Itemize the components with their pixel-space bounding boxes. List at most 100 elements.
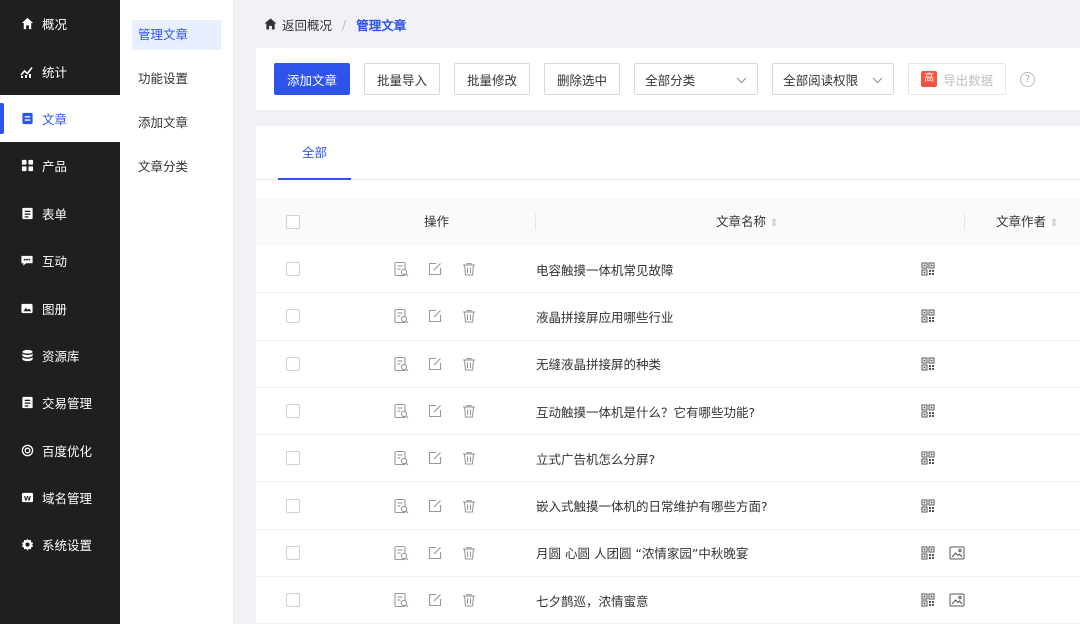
delete-icon[interactable] xyxy=(460,260,478,278)
sidebar-item-trade[interactable]: 交易管理 xyxy=(0,379,120,426)
row-actions xyxy=(392,307,478,325)
domain-icon: W xyxy=(20,491,34,505)
row-checkbox[interactable] xyxy=(286,498,300,513)
stats-icon xyxy=(20,64,34,79)
submenu-item-category[interactable]: 文章分类 xyxy=(132,152,221,182)
row-checkbox[interactable] xyxy=(286,309,300,324)
sidebar-item-article[interactable]: 文章 xyxy=(0,94,120,143)
delete-selected-button[interactable]: 删除选中 xyxy=(544,63,621,95)
preview-icon[interactable] xyxy=(392,591,410,609)
edit-icon[interactable] xyxy=(426,591,444,609)
preview-icon[interactable] xyxy=(392,355,410,373)
edit-icon[interactable] xyxy=(426,402,444,420)
batch-import-button[interactable]: 批量导入 xyxy=(364,63,441,95)
article-title-link[interactable]: 七夕鹊巡，浓情蜜意 xyxy=(536,577,649,623)
article-icon xyxy=(20,111,34,125)
article-title-link[interactable]: 互动触摸一体机是什么？它有哪些功能? xyxy=(536,388,755,434)
row-checkbox[interactable] xyxy=(286,404,300,419)
delete-icon[interactable] xyxy=(460,402,478,420)
preview-icon[interactable] xyxy=(392,544,410,562)
article-submenu: 管理文章 功能设置 添加文章 文章分类 xyxy=(120,0,234,624)
edit-icon[interactable] xyxy=(426,449,444,467)
delete-icon[interactable] xyxy=(460,355,478,373)
image-icon[interactable] xyxy=(948,592,966,608)
submenu-item-add-article[interactable]: 添加文章 xyxy=(132,108,221,138)
sidebar-item-label: 表单 xyxy=(42,206,68,222)
qrcode-icon[interactable] xyxy=(920,545,936,561)
sidebar-item-product[interactable]: 产品 xyxy=(0,142,120,189)
sidebar-item-domain[interactable]: W 域名管理 xyxy=(0,474,120,521)
column-header-author[interactable]: 文章作者 ⇕ xyxy=(996,198,1058,248)
article-title-link[interactable]: 月圆 心圆 人团圆 “浓情家园”中秋晚宴 xyxy=(536,530,748,576)
preview-icon[interactable] xyxy=(392,449,410,467)
submenu-item-function-settings[interactable]: 功能设置 xyxy=(132,64,221,94)
sidebar-item-seo[interactable]: 百度优化 xyxy=(0,427,120,474)
row-checkbox[interactable] xyxy=(286,356,300,371)
article-title-link[interactable]: 液晶拼接屏应用哪些行业 xyxy=(536,293,674,339)
help-icon[interactable]: ? xyxy=(1020,71,1036,87)
trade-icon xyxy=(20,396,34,410)
breadcrumb-back-label: 返回概况 xyxy=(282,17,333,33)
qrcode-icon[interactable] xyxy=(920,592,936,608)
preview-icon[interactable] xyxy=(392,260,410,278)
column-header-ops: 操作 xyxy=(424,214,450,229)
add-article-button[interactable]: 添加文章 xyxy=(274,63,351,95)
qrcode-icon[interactable] xyxy=(920,498,936,514)
preview-icon[interactable] xyxy=(392,497,410,515)
permission-select[interactable]: 全部阅读权限 xyxy=(772,63,895,95)
preview-icon[interactable] xyxy=(392,402,410,420)
article-title-link[interactable]: 无缝液晶拼接屏的种类 xyxy=(536,341,661,387)
qrcode-icon[interactable] xyxy=(920,450,936,466)
delete-icon[interactable] xyxy=(460,591,478,609)
column-divider xyxy=(964,214,965,230)
sidebar-item-settings[interactable]: 系统设置 xyxy=(0,521,120,568)
export-data-button[interactable]: 高 导出数据 xyxy=(908,63,1007,95)
row-actions xyxy=(392,591,478,609)
row-checkbox[interactable] xyxy=(286,451,300,466)
delete-icon[interactable] xyxy=(460,497,478,515)
sidebar-item-interaction[interactable]: 互动 xyxy=(0,237,120,284)
row-checkbox[interactable] xyxy=(286,262,300,277)
chevron-down-icon xyxy=(872,72,883,87)
article-title-link[interactable]: 嵌入式触摸一体机的日常维护有哪些方面? xyxy=(536,482,768,528)
edit-icon[interactable] xyxy=(426,307,444,325)
table-row: 互动触摸一体机是什么？它有哪些功能? xyxy=(256,388,1080,436)
edit-icon[interactable] xyxy=(426,260,444,278)
edit-icon[interactable] xyxy=(426,497,444,515)
row-actions xyxy=(392,260,478,278)
qrcode-icon[interactable] xyxy=(920,356,936,372)
category-select[interactable]: 全部分类 xyxy=(634,63,759,95)
tab-all[interactable]: 全部 xyxy=(278,126,351,180)
sidebar-item-overview[interactable]: 概况 xyxy=(0,0,120,47)
toolbar: 添加文章 批量导入 批量修改 删除选中 全部分类 全部阅读权限 高 导出数据 ? xyxy=(256,48,1080,110)
article-title-link[interactable]: 立式广告机怎么分屏? xyxy=(536,435,655,481)
breadcrumb-back-link[interactable]: 返回概况 xyxy=(264,15,332,34)
row-checkbox[interactable] xyxy=(286,593,300,608)
sidebar-item-stats[interactable]: 统计 xyxy=(0,47,120,94)
edit-icon[interactable] xyxy=(426,544,444,562)
delete-icon[interactable] xyxy=(460,544,478,562)
sidebar-item-resources[interactable]: 资源库 xyxy=(0,332,120,379)
column-header-name[interactable]: 文章名称 ⇕ xyxy=(716,198,778,248)
article-title-link[interactable]: 电容触摸一体机常见故障 xyxy=(536,246,674,292)
image-icon[interactable] xyxy=(948,545,966,561)
svg-text:W: W xyxy=(23,494,30,502)
preview-icon[interactable] xyxy=(392,307,410,325)
qrcode-icon[interactable] xyxy=(920,261,936,277)
submenu-item-manage[interactable]: 管理文章 xyxy=(132,20,221,50)
delete-icon[interactable] xyxy=(460,449,478,467)
batch-edit-button[interactable]: 批量修改 xyxy=(454,63,531,95)
table-row: 月圆 心圆 人团圆 “浓情家园”中秋晚宴 xyxy=(256,530,1080,578)
sidebar-item-album[interactable]: 图册 xyxy=(0,284,120,331)
sort-icon: ⇕ xyxy=(770,218,779,229)
delete-icon[interactable] xyxy=(460,307,478,325)
qrcode-icon[interactable] xyxy=(920,403,936,419)
row-checkbox[interactable] xyxy=(286,545,300,560)
main-sidebar: 概况 统计 文章 产品 表单 互动 图册 资源库 交易管理 百度优化 W 域名管… xyxy=(0,0,120,624)
select-all-checkbox[interactable] xyxy=(286,215,300,229)
sidebar-item-label: 百度优化 xyxy=(42,443,93,459)
edit-icon[interactable] xyxy=(426,355,444,373)
breadcrumb-current: 管理文章 xyxy=(356,17,407,33)
sidebar-item-form[interactable]: 表单 xyxy=(0,190,120,237)
qrcode-icon[interactable] xyxy=(920,308,936,324)
